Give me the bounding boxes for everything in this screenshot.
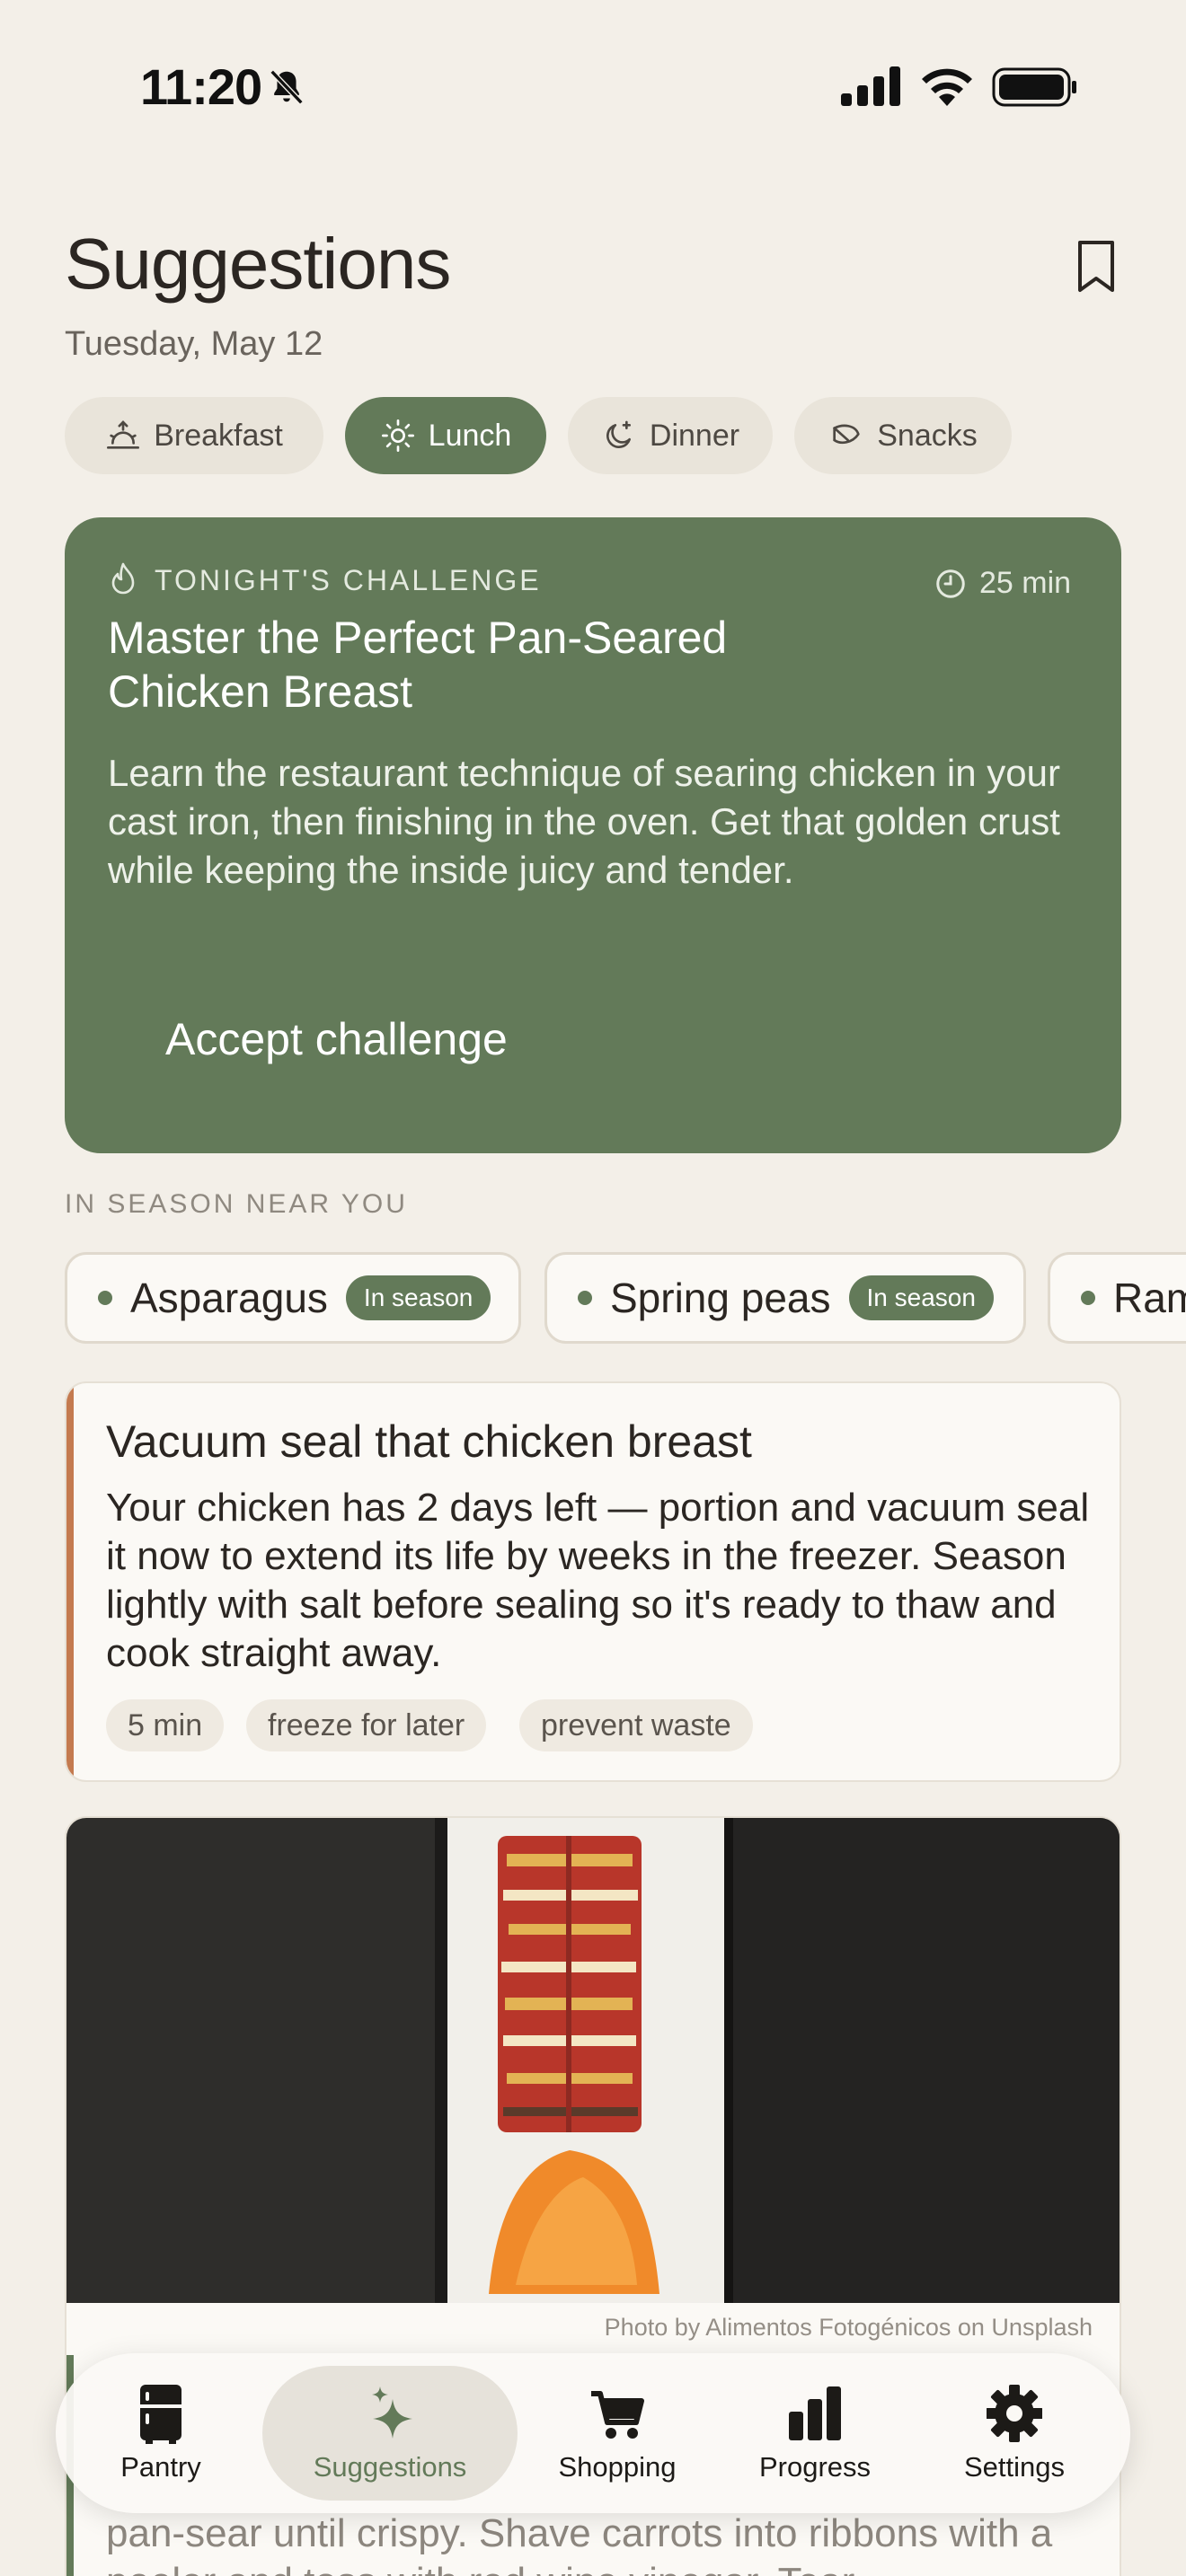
challenge-card: TONIGHT'S CHALLENGE 25 min Master the Pe… [65, 517, 1121, 1153]
photo-credit: Photo by Alimentos Fotogénicos on Unspla… [604, 2314, 1093, 2341]
season-chip-asparagus[interactable]: Asparagus In season [65, 1252, 521, 1344]
in-season-badge: In season [848, 1275, 994, 1320]
season-dot [1081, 1291, 1095, 1305]
tab-progress[interactable]: Progress [739, 2366, 891, 2501]
accept-challenge-button[interactable]: Accept challenge [165, 1013, 508, 1065]
tab-settings[interactable]: Settings [938, 2366, 1091, 2501]
meal-tab-label: Snacks [877, 418, 978, 453]
meal-tab-breakfast[interactable]: Breakfast [65, 397, 323, 474]
bottom-tab-bar: Pantry Suggestions Shopping Progress Set… [56, 2353, 1130, 2513]
clock-icon [936, 569, 965, 598]
tab-label: Pantry [120, 2451, 201, 2483]
tip-tag: 5 min [106, 1699, 225, 1751]
season-name: Spring peas [610, 1275, 831, 1321]
season-dot [578, 1291, 592, 1305]
season-dot [98, 1291, 112, 1305]
meal-tab-label: Lunch [428, 418, 512, 453]
meal-tab-lunch[interactable]: Lunch [345, 397, 546, 474]
tab-pantry[interactable]: Pantry [92, 2366, 230, 2501]
recipe-photo [66, 1818, 1120, 2303]
cellular-signal-icon [841, 66, 900, 106]
challenge-time: 25 min [979, 566, 1072, 600]
tip-tag: freeze for later [246, 1699, 487, 1751]
page-title: Suggestions [65, 224, 451, 304]
season-chip-spring-peas[interactable]: Spring peas In season [544, 1252, 1026, 1344]
wifi-icon [922, 68, 972, 106]
sun-icon [381, 419, 414, 452]
season-name: Ram [1113, 1275, 1186, 1321]
in-season-badge: In season [345, 1275, 491, 1320]
season-chip-ramps[interactable]: Ram [1048, 1252, 1186, 1344]
meal-tab-dinner[interactable]: Dinner [568, 397, 773, 474]
bell-off-icon [270, 69, 304, 105]
tip-accent-bar [66, 1383, 74, 1780]
bookmark-icon[interactable] [1075, 239, 1118, 295]
cart-icon [591, 2391, 644, 2439]
tip-tag: prevent waste [519, 1699, 753, 1751]
meal-tab-label: Breakfast [154, 418, 283, 453]
flame-icon [111, 562, 135, 595]
tip-title: Vacuum seal that chicken breast [106, 1416, 752, 1467]
tab-shopping[interactable]: Shopping [541, 2366, 694, 2501]
sparkles-icon [372, 2386, 412, 2439]
recipe-description: pan-sear until crispy. Shave carrots int… [106, 2511, 1053, 2576]
meal-tab-label: Dinner [649, 418, 740, 453]
season-name: Asparagus [130, 1275, 328, 1321]
battery-icon [992, 67, 1076, 107]
page-date: Tuesday, May 12 [65, 325, 323, 363]
season-heading: IN SEASON NEAR YOU [65, 1189, 408, 1219]
gear-icon [987, 2385, 1042, 2442]
moon-icon [606, 420, 631, 448]
tip-description: Your chicken has 2 days left — portion a… [106, 1486, 1090, 1675]
tab-label: Shopping [558, 2451, 677, 2483]
bar-chart-icon [789, 2386, 841, 2440]
challenge-label: TONIGHT'S CHALLENGE [155, 564, 542, 596]
sunrise-icon [107, 420, 140, 449]
tab-label: Progress [758, 2451, 872, 2483]
meal-tab-snacks[interactable]: Snacks [794, 397, 1012, 474]
status-time: 11:20 [140, 58, 262, 115]
fridge-icon [140, 2385, 181, 2444]
tab-label: Suggestions [313, 2451, 467, 2483]
challenge-description: Learn the restaurant technique of searin… [108, 752, 1060, 891]
tab-label: Settings [963, 2451, 1065, 2483]
leaf-icon [833, 424, 860, 445]
tip-card[interactable]: Vacuum seal that chicken breast Your chi… [65, 1381, 1121, 1782]
tab-suggestions[interactable]: Suggestions [262, 2366, 518, 2501]
challenge-title: Master the Perfect Pan-Seared Chicken Br… [108, 613, 728, 717]
